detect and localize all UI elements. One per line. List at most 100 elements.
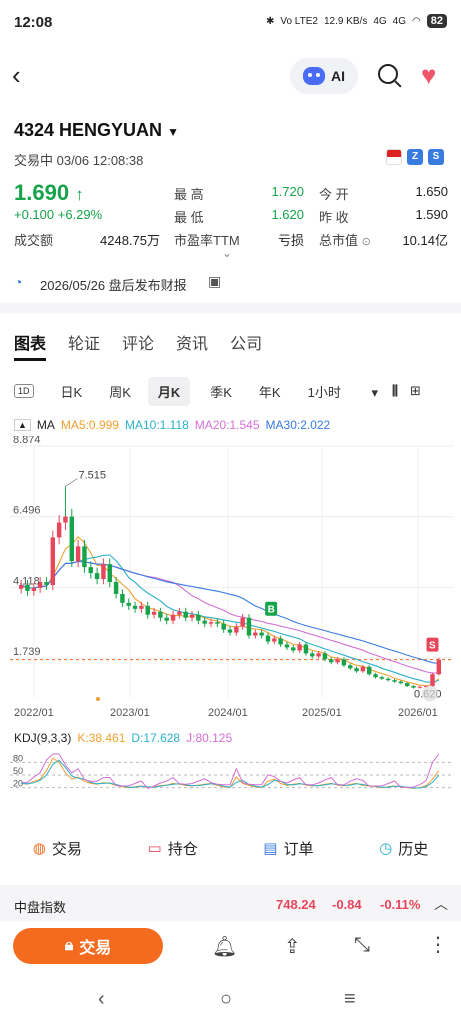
history-action[interactable]: ◷ 历史 <box>379 828 428 868</box>
kdj-label: KDJ(9,3,3) <box>14 731 72 745</box>
candle-body <box>164 617 169 621</box>
volume-label: 成交额 <box>14 233 54 248</box>
stat-label-high: 最 高 <box>174 187 204 202</box>
earnings-report-bar[interactable]: ◔ 2026/05/26 盘后发布财报 ▣ <box>0 266 461 300</box>
candle-body <box>170 614 176 621</box>
favorite-heart-icon[interactable]: ♥ <box>421 60 436 91</box>
tab-company[interactable]: 公司 <box>230 330 262 361</box>
orders-icon: ▤ <box>263 840 278 857</box>
history-action-label: 历史 <box>398 840 429 858</box>
candle-body <box>126 602 131 606</box>
candle-body <box>113 582 119 594</box>
candle-body <box>341 659 347 666</box>
index-value: 748.24 <box>276 897 316 912</box>
arrow-up-icon: ↑ <box>75 185 84 204</box>
candle-body <box>310 653 315 657</box>
alert-bell-icon[interactable]: 🔔︎ <box>212 934 237 959</box>
collapse-icon[interactable]: ▲ <box>14 419 31 431</box>
bluetooth-icon: ✱ <box>265 15 275 27</box>
sys-home-icon[interactable]: ○ <box>220 988 232 1011</box>
candle-body <box>278 638 283 645</box>
caret-down-icon: ▼ <box>167 125 179 139</box>
ai-button[interactable]: AI <box>290 58 358 94</box>
period-interval[interactable]: 1小时 ▾ <box>308 382 378 401</box>
positions-action[interactable]: ▭ 持仓 <box>148 828 198 868</box>
sys-back-icon[interactable]: ‹ <box>98 988 105 1011</box>
sys-recents-icon[interactable]: ≡ <box>344 988 356 1011</box>
orders-action[interactable]: ▤ 订单 <box>263 828 313 868</box>
wifi-icon: ◠ <box>412 15 421 27</box>
candle-body <box>284 644 290 648</box>
candle-body <box>44 582 49 585</box>
back-icon[interactable]: ‹ <box>12 60 21 91</box>
stat-label-mktcap: 总市值 ⊙ <box>319 230 371 249</box>
index-change: -0.84 <box>332 897 362 912</box>
candle-body <box>297 644 302 651</box>
candle-body <box>75 546 81 562</box>
y-tick-label: 1.739 <box>13 646 41 658</box>
stat-label-open: 今 开 <box>319 187 349 202</box>
expand-chevron-icon[interactable]: ⌄ <box>222 246 232 260</box>
section-divider <box>0 303 461 313</box>
tab-chart[interactable]: 图表 <box>14 330 47 361</box>
ma-line-20 <box>20 560 439 674</box>
status-icons: ✱ Vo LTE2 12.9 KB/s 4G 4G ◠ 82 <box>266 14 447 28</box>
candle-body <box>398 681 404 684</box>
system-nav: ‹ ○ ≡ <box>0 982 461 1022</box>
fullscreen-exit-icon[interactable]: ⤡ <box>354 934 370 957</box>
trade-action-label: 交易 <box>51 840 82 858</box>
ma5-value: MA5:0.999 <box>60 418 119 432</box>
candle-body <box>316 653 321 657</box>
candle-body <box>69 516 75 562</box>
tab-warrants[interactable]: 轮证 <box>68 330 100 361</box>
candle-body <box>215 622 220 624</box>
signal-label: 4G <box>373 15 387 27</box>
stat-value-open: 1.650 <box>415 184 448 199</box>
volume-value: 4248.75万 <box>100 233 160 248</box>
tab-comments[interactable]: 评论 <box>122 330 154 361</box>
margin-icon: Z <box>407 149 423 165</box>
candlestick-chart[interactable]: 8.874 6.496 4.118 1.739 2022/01 2023/01 2024/0… <box>10 436 454 728</box>
marker-label: B <box>268 605 275 616</box>
action-bar: ◍ 交易 ▭ 持仓 ▤ 订单 ◷ 历史 <box>0 828 461 868</box>
calendar-icon[interactable]: ▣ <box>208 273 221 290</box>
period-year[interactable]: 年K <box>259 382 281 401</box>
candle-body <box>221 623 226 630</box>
candle-body <box>379 677 385 679</box>
kdj-chart[interactable]: 805020 <box>10 750 454 800</box>
share-icon[interactable]: ⇪ <box>284 934 301 959</box>
candle-body <box>56 522 62 538</box>
candle-body <box>101 564 106 580</box>
positions-icon: ▭ <box>147 840 162 857</box>
period-week[interactable]: 周K <box>109 382 131 401</box>
candle-type-icon[interactable]: ⫼ <box>392 383 398 399</box>
info-icon[interactable]: ⊙ <box>362 236 371 248</box>
ai-label: AI <box>331 68 345 84</box>
index-ticker[interactable]: 中盘指数 748.24 -0.84 -0.11% ︿ <box>0 885 461 921</box>
x-tick-label: 2024/01 <box>208 707 248 719</box>
candle-body <box>348 665 353 669</box>
tab-news[interactable]: 资讯 <box>176 330 208 361</box>
more-icon[interactable]: ⋮ <box>428 932 448 957</box>
search-icon[interactable] <box>378 64 398 84</box>
ma10-value: MA10:1.118 <box>124 418 189 432</box>
stock-code-name: 4324 HENGYUAN <box>14 120 163 140</box>
candle-body <box>240 617 245 627</box>
period-quarter[interactable]: 季K <box>210 382 232 401</box>
stock-title[interactable]: 4324 HENGYUAN ▼ <box>14 120 179 141</box>
ma20-value: MA20:1.545 <box>194 418 260 432</box>
trade-action[interactable]: ◍ 交易 <box>33 828 82 868</box>
period-month[interactable]: 月K <box>147 376 191 406</box>
y-tick-label: 8.874 <box>13 436 41 446</box>
grid-layout-icon[interactable]: ⊞ <box>410 383 421 399</box>
candle-body <box>82 546 87 568</box>
candle-body <box>367 666 372 675</box>
candle-body <box>132 605 138 609</box>
period-1d[interactable]: 1D <box>14 384 34 398</box>
trade-button[interactable]: 🔒︎ 交易 <box>13 928 163 964</box>
chevron-up-icon[interactable]: ︿ <box>434 894 448 914</box>
candle-body <box>177 611 182 615</box>
period-day[interactable]: 日K <box>61 382 83 401</box>
top-nav: ‹ AI ♥ <box>0 50 461 102</box>
mktcap-label-text: 总市值 <box>319 233 359 248</box>
